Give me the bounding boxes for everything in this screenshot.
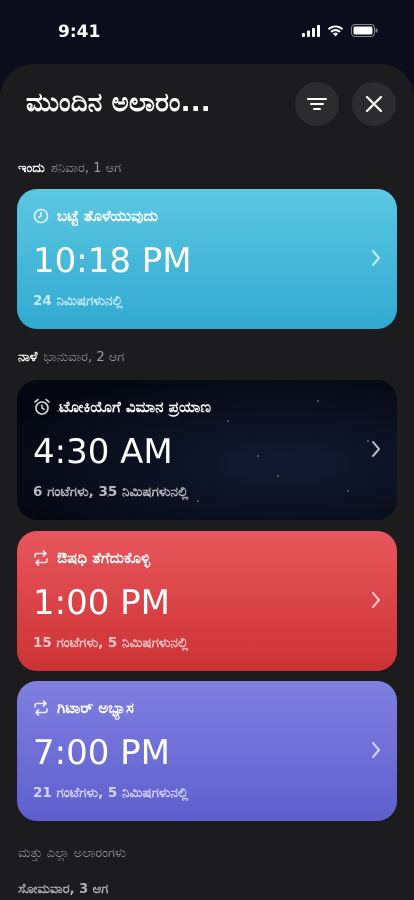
upcoming-alarms-sheet: ಮುಂದಿನ ಅಲಾರಂ... ಇಂದು ಶನಿವಾರ, 1 ಆಗ ಬಟ್ಟೆ ತ… — [0, 64, 414, 900]
chevron-right-icon — [372, 441, 380, 457]
chevron-right-icon — [372, 592, 380, 608]
status-bar: 9:41 — [0, 0, 414, 64]
signal-icon — [302, 24, 320, 37]
repeat-icon — [34, 700, 48, 716]
status-icons — [302, 24, 378, 37]
chevron-right-icon — [372, 742, 380, 758]
repeat-icon — [34, 550, 48, 566]
close-button[interactable] — [352, 82, 396, 126]
alarm-countdown: 6 ಗಂಟೆಗಳು, 35 ನಿಮಿಷಗಳುನಲ್ಲಿ — [33, 484, 189, 500]
alarm-countdown: 21 ಗಂಟೆಗಳು, 5 ನಿಮಿಷಗಳುನಲ್ಲಿ — [33, 785, 189, 801]
section-day: ಇಂದು — [18, 161, 45, 176]
alarm-time: 1:00 PM — [33, 583, 170, 623]
battery-icon — [351, 24, 378, 37]
alarm-title-row: ಟೋಕಿಯೊಗೆ ವಿಮಾನ ಪ್ರಯಾಣ — [33, 398, 211, 416]
alarm-title-row: ಔಷಧಿ ತೆಗೆದುಕೊಳ್ಳಿ — [33, 549, 150, 567]
alarm-card[interactable]: ಟೋಕಿಯೊಗೆ ವಿಮಾನ ಪ್ರಯಾಣ 4:30 AM 6 ಗಂಟೆಗಳು,… — [17, 380, 397, 520]
alarm-clock-icon — [34, 398, 50, 415]
section-today: ಇಂದು ಶನಿವಾರ, 1 ಆಗ — [18, 161, 121, 176]
alarm-time: 4:30 AM — [33, 432, 173, 472]
alarm-title-row: ಗಿಟಾರ್ ಅಭ್ಯಾಸ — [33, 699, 134, 717]
chevron-right-icon — [372, 250, 380, 266]
alarm-title: ಗಿಟಾರ್ ಅಭ್ಯಾಸ — [57, 699, 134, 717]
section-date: ಶನಿವಾರ, 1 ಆಗ — [50, 161, 122, 176]
wifi-icon — [327, 24, 344, 36]
alarm-countdown: 24 ನಿಮಿಷಗಳುನಲ್ಲಿ — [33, 293, 123, 309]
alarm-title: ಔಷಧಿ ತೆಗೆದುಕೊಳ್ಳಿ — [57, 549, 151, 567]
sheet-header: ಮುಂದಿನ ಅಲಾರಂ... — [0, 64, 414, 144]
alarm-title-row: ಬಟ್ಟೆ ತೊಳೆಯುವುದು — [33, 207, 158, 225]
status-time: 9:41 — [58, 22, 101, 42]
alarm-time: 10:18 PM — [33, 241, 192, 281]
section-day: ನಾಳೆ — [18, 350, 38, 365]
clock-icon — [33, 208, 49, 224]
alarm-title: ಬಟ್ಟೆ ತೊಳೆಯುವುದು — [57, 207, 158, 225]
filter-button[interactable] — [295, 82, 339, 126]
alarm-card[interactable]: ಬಟ್ಟೆ ತೊಳೆಯುವುದು 10:18 PM 24 ನಿಮಿಷಗಳುನಲ್… — [17, 189, 397, 329]
alarm-card[interactable]: ಔಷಧಿ ತೆಗೆದುಕೊಳ್ಳಿ 1:00 PM 15 ಗಂಟೆಗಳು, 5 … — [17, 531, 397, 671]
section-tomorrow: ನಾಳೆ ಭಾನುವಾರ, 2 ಆಗ — [18, 350, 124, 365]
close-icon — [365, 95, 383, 113]
alarm-countdown: 15 ಗಂಟೆಗಳು, 5 ನಿಮಿಷಗಳುನಲ್ಲಿ — [33, 635, 189, 651]
alarm-time: 7:00 PM — [33, 733, 170, 773]
section-monday: ಸೋಮವಾರ, 3 ಆಗ — [18, 882, 109, 897]
section-date: ಭಾನುವಾರ, 2 ಆಗ — [43, 350, 125, 365]
alarm-title: ಟೋಕಿಯೊಗೆ ವಿಮಾನ ಪ್ರಯಾಣ — [59, 398, 211, 416]
section-other-alarms: ಮತ್ತು ಎಲ್ಲಾ ಅಲಾರಂಗಳು — [18, 846, 127, 861]
filter-icon — [307, 98, 327, 110]
sheet-title: ಮುಂದಿನ ಅಲಾರಂ... — [26, 88, 211, 118]
alarm-card[interactable]: ಗಿಟಾರ್ ಅಭ್ಯಾಸ 7:00 PM 21 ಗಂಟೆಗಳು, 5 ನಿಮಿ… — [17, 681, 397, 821]
